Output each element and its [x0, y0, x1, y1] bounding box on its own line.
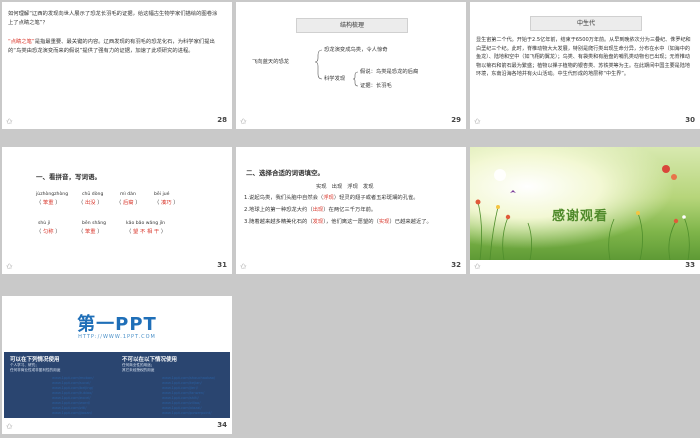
- slide-star-icon: ✩: [474, 262, 481, 271]
- slide-header: 中生代: [530, 16, 642, 31]
- grass-flowers-art: [475, 165, 690, 260]
- pinyin-1: jùzhòngzhòng: [36, 192, 69, 197]
- answer-quote: “点睛之笔”: [8, 39, 35, 45]
- slide-title: 一、看拼音，写词语。: [36, 173, 101, 181]
- slide-star-icon: ✩: [6, 422, 13, 431]
- slide-number: 31: [217, 261, 227, 269]
- thanks-title: 感谢观看: [552, 209, 609, 224]
- tree-brackets: [314, 49, 359, 87]
- slide-thumbnail-34[interactable]: 第一PPT HTTP://WWW.1PPT.COM 可以在下列情况使用 个人学习…: [2, 296, 232, 434]
- slide-star-icon: ✩: [240, 117, 247, 126]
- answer-text: 是指最重要、最关键的内容。辽西发现的有羽毛的恐龙化石，为科学家们提出的“鸟类由恐…: [8, 39, 215, 54]
- license-denied-title: 不可以在以下情况使用: [122, 357, 178, 363]
- slide-number: 30: [685, 116, 695, 124]
- fill-answer-3: 发现: [312, 219, 324, 225]
- slide-number: 34: [217, 421, 227, 429]
- sentence-1: 1.说起鸟类，我们头脑中自然会（浮现）轻灵的翅子或者五彩斑斓的孔雀。: [244, 195, 419, 201]
- slide-number: 33: [685, 261, 695, 269]
- slide-number: 28: [217, 116, 227, 124]
- pinyin-5: shù jì: [38, 221, 51, 226]
- answer-1: 笨重: [42, 200, 54, 206]
- slide-thumbnail-31[interactable]: 一、看拼音，写词语。 jùzhòngzhòng chū dòng mì dàn …: [2, 147, 232, 274]
- answer-3: 后裔: [122, 200, 134, 206]
- brand-url: HTTP://WWW.1PPT.COM: [78, 334, 156, 340]
- slide-star-icon: ✩: [474, 117, 481, 126]
- fill-answer-1: 浮现: [323, 195, 334, 201]
- slide-footer: ✩ 33: [470, 260, 700, 274]
- brand-logo: 第一PPT: [77, 314, 157, 335]
- license-allowed-line-2: 任何非商业性或非盈利性的用途: [10, 368, 61, 372]
- slide-footer: ✩ 34: [2, 420, 232, 434]
- slide-footer: ✩ 32: [236, 260, 466, 274]
- license-denied-line-2: 其它未经授权的用途: [122, 368, 155, 372]
- slide-star-icon: ✩: [6, 262, 13, 271]
- sentence-3: 3.随着越来越多精美化石的（发现），他们离这一愿望的（实现）已越来越近了。: [244, 219, 432, 225]
- sentence-2: 2.地球上的第一种恐龙大约（出现）在两亿三千万年前。: [244, 207, 377, 213]
- slide-question: 如何理解“辽西的发现向世人展示了恐龙长羽毛的证据，给这幅古生物学家们描绘的图卷涂…: [8, 11, 218, 26]
- fill-answer-2: 出现: [312, 207, 324, 213]
- slide-number: 32: [451, 261, 461, 269]
- pinyin-6: bēn shǎng: [82, 221, 107, 226]
- slide-body: 显生宙第二个代。开始于2.5亿年前，结束于6500万年前。从早到晚依次分为三叠纪…: [476, 37, 691, 78]
- slide-star-icon: ✩: [240, 262, 247, 271]
- slide-thumbnail-32[interactable]: 二、选择合适的词语填空。 实现 出现 浮现 发现 1.说起鸟类，我们头脑中自然会…: [236, 147, 466, 274]
- slide-footer: ✩ 30: [470, 115, 700, 129]
- word-options: 实现 出现 浮现 发现: [316, 184, 374, 190]
- slide-thumbnail-28[interactable]: 如何理解“辽西的发现向世人展示了恐龙长羽毛的证据，给这幅古生物学家们描绘的图卷涂…: [2, 2, 232, 129]
- resource-link[interactable]: www.1ppt.com/jiaoan/: [52, 411, 92, 416]
- slide-star-icon: ✩: [6, 117, 13, 126]
- fill-answer-4: 实现: [378, 219, 390, 225]
- pinyin-3: mì dàn: [120, 192, 136, 197]
- resource-link[interactable]: www.1ppt.com/powerpoint/: [162, 411, 211, 416]
- slide-thumbnail-33[interactable]: 感谢观看 ✩ 33: [470, 147, 700, 274]
- answer-7: 望 不 相 干: [132, 229, 160, 235]
- slide-footer: ✩ 28: [2, 115, 232, 129]
- slide-title: 二、选择合适的词语填空。: [246, 169, 324, 177]
- answer-6: 笨重: [84, 229, 96, 235]
- answer-4: 凑巧: [160, 200, 172, 206]
- slide-footer: ✩ 29: [236, 115, 466, 129]
- slide-number: 29: [451, 116, 461, 124]
- pinyin-2: chū dòng: [82, 192, 104, 197]
- slide-footer: ✩ 31: [2, 260, 232, 274]
- license-allowed-title: 可以在下列情况使用: [10, 357, 60, 363]
- answer-2: 出没: [84, 200, 96, 206]
- slide-answer: “点睛之笔”是指最重要、最关键的内容。辽西发现的有羽毛的恐龙化石，为科学家们提出…: [8, 38, 220, 56]
- pinyin-4: bēi jué: [154, 192, 170, 197]
- slide-thumbnail-29[interactable]: 结构梳理 飞向蓝天的恐龙 恐龙演变成鸟类，令人惊奇 科学发现 假说：鸟类是恐龙的…: [236, 2, 466, 129]
- slide-thumbnail-30[interactable]: 中生代 显生宙第二个代。开始于2.5亿年前，结束于6500万年前。从早到晚依次分…: [470, 2, 700, 129]
- answer-5: 匀称: [42, 229, 54, 235]
- pinyin-7: kǎo bǎo wǎng jǐn: [126, 221, 166, 226]
